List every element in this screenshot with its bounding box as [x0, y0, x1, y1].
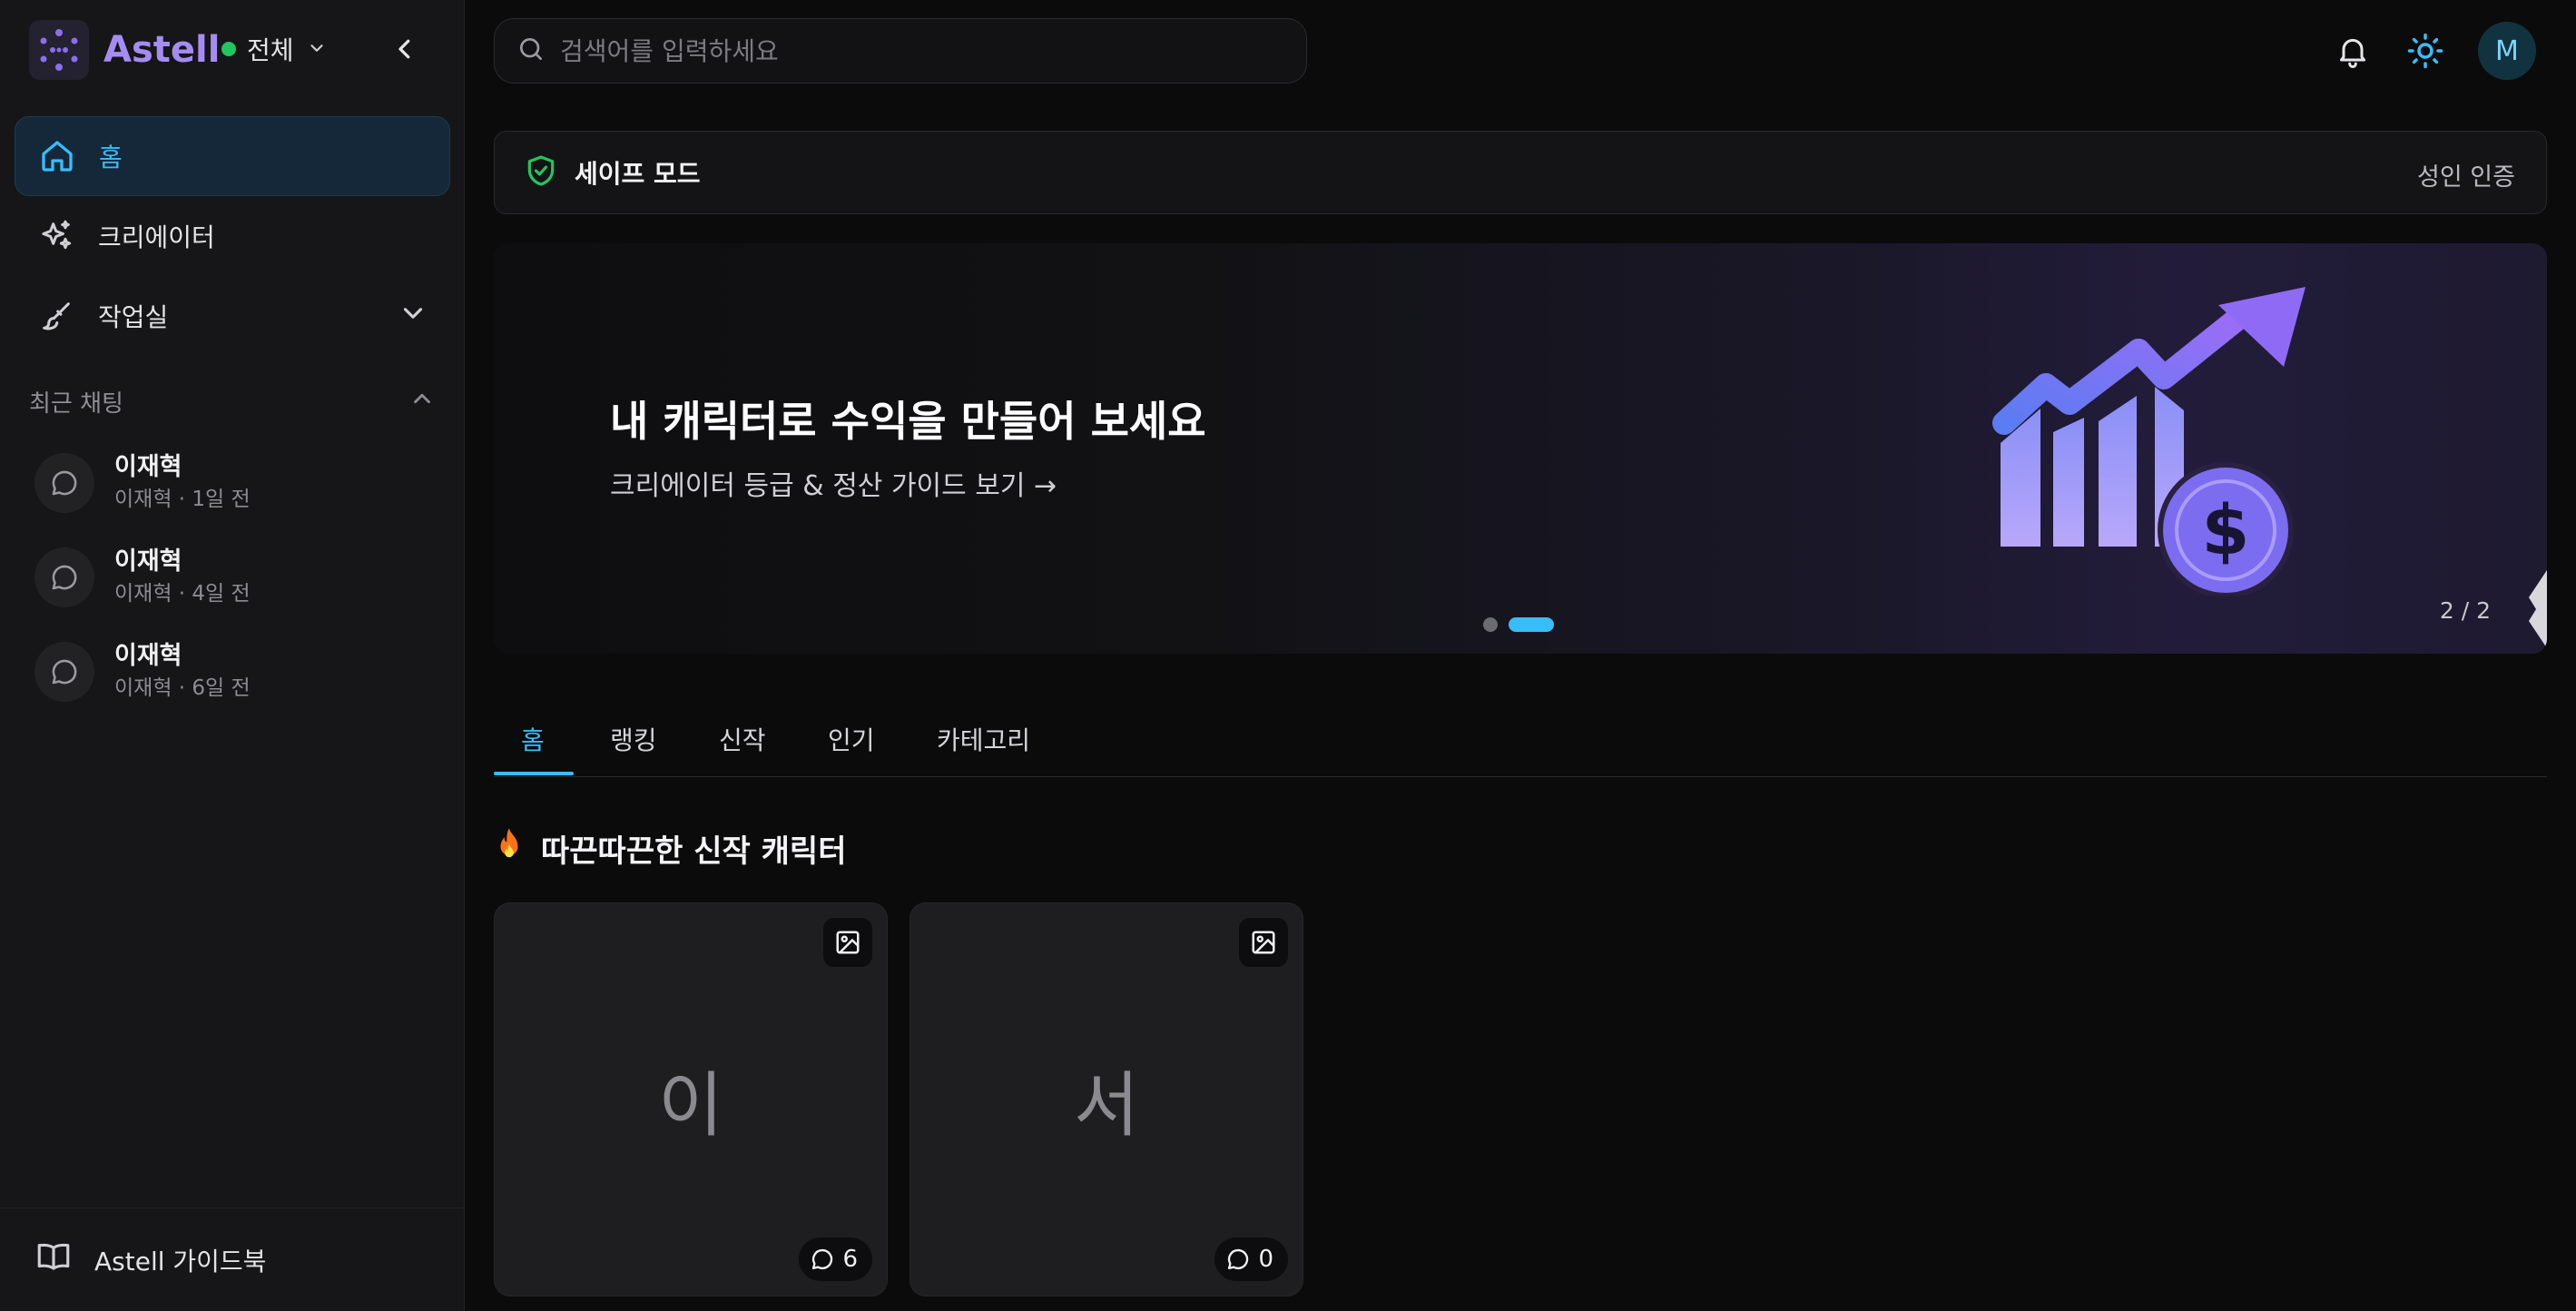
chevron-down-icon[interactable] [398, 298, 428, 335]
search-icon [516, 34, 546, 67]
chat-meta: 이재혁 · 1일 전 [114, 488, 251, 511]
chat-name: 이재혁 [114, 453, 182, 481]
slide-counter: 2 / 2 [2439, 597, 2491, 624]
section-header: 따끈따끈한 신작 캐릭터 [494, 826, 846, 871]
chat-count-badge: 6 [799, 1237, 872, 1281]
brand[interactable]: Astell [29, 20, 220, 80]
banner-title: 내 캐릭터로 수익을 만들어 보세요 [610, 397, 1206, 446]
banner-link[interactable]: 크리에이터 등급 & 정산 가이드 보기 → [610, 463, 1057, 503]
scope-selector[interactable]: 전체 [221, 31, 327, 67]
guidebook-link[interactable]: Astell 가이드북 [0, 1208, 465, 1311]
brand-name: Astell [103, 29, 221, 71]
chat-bubble-icon [34, 547, 94, 607]
home-icon [37, 136, 77, 176]
tab-popular[interactable]: 인기 [828, 721, 875, 757]
recent-chats-title: 최근 채팅 [29, 390, 123, 418]
chevron-right-icon [2529, 570, 2547, 648]
chevron-down-icon [307, 34, 327, 64]
chat-meta: 이재혁 · 4일 전 [114, 582, 251, 606]
adult-verification-button[interactable]: 성인 인증 [2417, 157, 2515, 192]
chat-count-badge: 0 [1214, 1237, 1288, 1281]
tab-home[interactable]: 홈 [521, 721, 545, 757]
safe-mode-bar: 세이프 모드 성인 인증 [494, 131, 2547, 214]
chat-bubble-icon [34, 642, 94, 702]
search-input[interactable] [558, 34, 1266, 67]
chat-bubble-icon [1228, 1248, 1249, 1270]
chat-name: 이재혁 [114, 642, 182, 670]
safe-mode-label: 세이프 모드 [575, 159, 701, 189]
recent-chat-item[interactable]: 이재혁 이재혁 · 6일 전 [34, 636, 434, 708]
character-card[interactable]: 서 0 [909, 902, 1303, 1296]
brush-icon [36, 296, 76, 336]
sidebar-item-home[interactable]: 홈 [15, 116, 450, 196]
section-title: 따끈따끈한 신작 캐릭터 [541, 833, 847, 870]
growth-chart-dollar-icon: $ [1992, 287, 2306, 596]
book-icon [34, 1237, 73, 1282]
sun-icon [2407, 33, 2443, 69]
online-status-dot [221, 42, 236, 56]
active-tab-indicator [494, 772, 574, 775]
svg-text:$: $ [2202, 489, 2250, 570]
recent-chat-item[interactable]: 이재혁 이재혁 · 1일 전 [34, 447, 434, 519]
sidebar-item-label: 크리에이터 [98, 222, 215, 252]
carousel-next-button[interactable] [2516, 570, 2547, 648]
sidebar-item-label: 홈 [99, 143, 123, 172]
sidebar-item-label: 작업실 [98, 302, 169, 332]
search-bar[interactable] [494, 18, 1307, 84]
theme-toggle-button[interactable] [2400, 25, 2451, 76]
chat-count: 6 [842, 1246, 858, 1273]
chat-bubble-icon [812, 1248, 833, 1270]
tab-ranking[interactable]: 랭킹 [610, 721, 657, 757]
promo-banner[interactable]: 내 캐릭터로 수익을 만들어 보세요 크리에이터 등급 & 정산 가이드 보기 … [494, 243, 2547, 654]
chat-name: 이재혁 [114, 547, 182, 576]
content-tabs: 홈 랭킹 신작 인기 카테고리 [494, 699, 2547, 777]
astell-logo-icon [29, 20, 89, 80]
image-icon [1239, 918, 1288, 967]
bell-icon [2340, 38, 2365, 68]
sidebar: Astell 전체 홈 크리에이터 작업실 최근 채팅 이재혁 이재혁 · 1일… [0, 0, 465, 1311]
tab-new[interactable]: 신작 [719, 721, 766, 757]
shield-check-icon [524, 153, 558, 192]
fire-icon [494, 827, 525, 870]
carousel-dot[interactable] [1483, 617, 1498, 632]
collapse-sidebar-button[interactable] [385, 29, 425, 69]
recent-chats-header[interactable]: 최근 채팅 [29, 385, 436, 419]
chat-bubble-icon [34, 453, 94, 513]
user-avatar[interactable]: M [2478, 22, 2536, 80]
chevron-up-icon[interactable] [408, 385, 436, 419]
image-icon [823, 918, 872, 967]
chat-meta: 이재혁 · 6일 전 [114, 676, 251, 700]
notifications-button[interactable] [2327, 25, 2378, 76]
chevron-left-icon [398, 39, 410, 59]
sidebar-item-creator[interactable]: 크리에이터 [15, 196, 450, 276]
chat-count: 0 [1258, 1246, 1273, 1273]
scope-label: 전체 [247, 35, 294, 65]
sidebar-item-workshop[interactable]: 작업실 [15, 276, 450, 356]
guidebook-label: Astell 가이드북 [94, 1246, 267, 1276]
sparkles-icon [36, 216, 76, 256]
carousel-dot-active[interactable] [1509, 617, 1554, 632]
recent-chat-item[interactable]: 이재혁 이재혁 · 4일 전 [34, 541, 434, 614]
carousel-indicators [1483, 617, 1565, 632]
character-card[interactable]: 이 6 [494, 902, 888, 1296]
tab-category[interactable]: 카테고리 [937, 721, 1030, 757]
